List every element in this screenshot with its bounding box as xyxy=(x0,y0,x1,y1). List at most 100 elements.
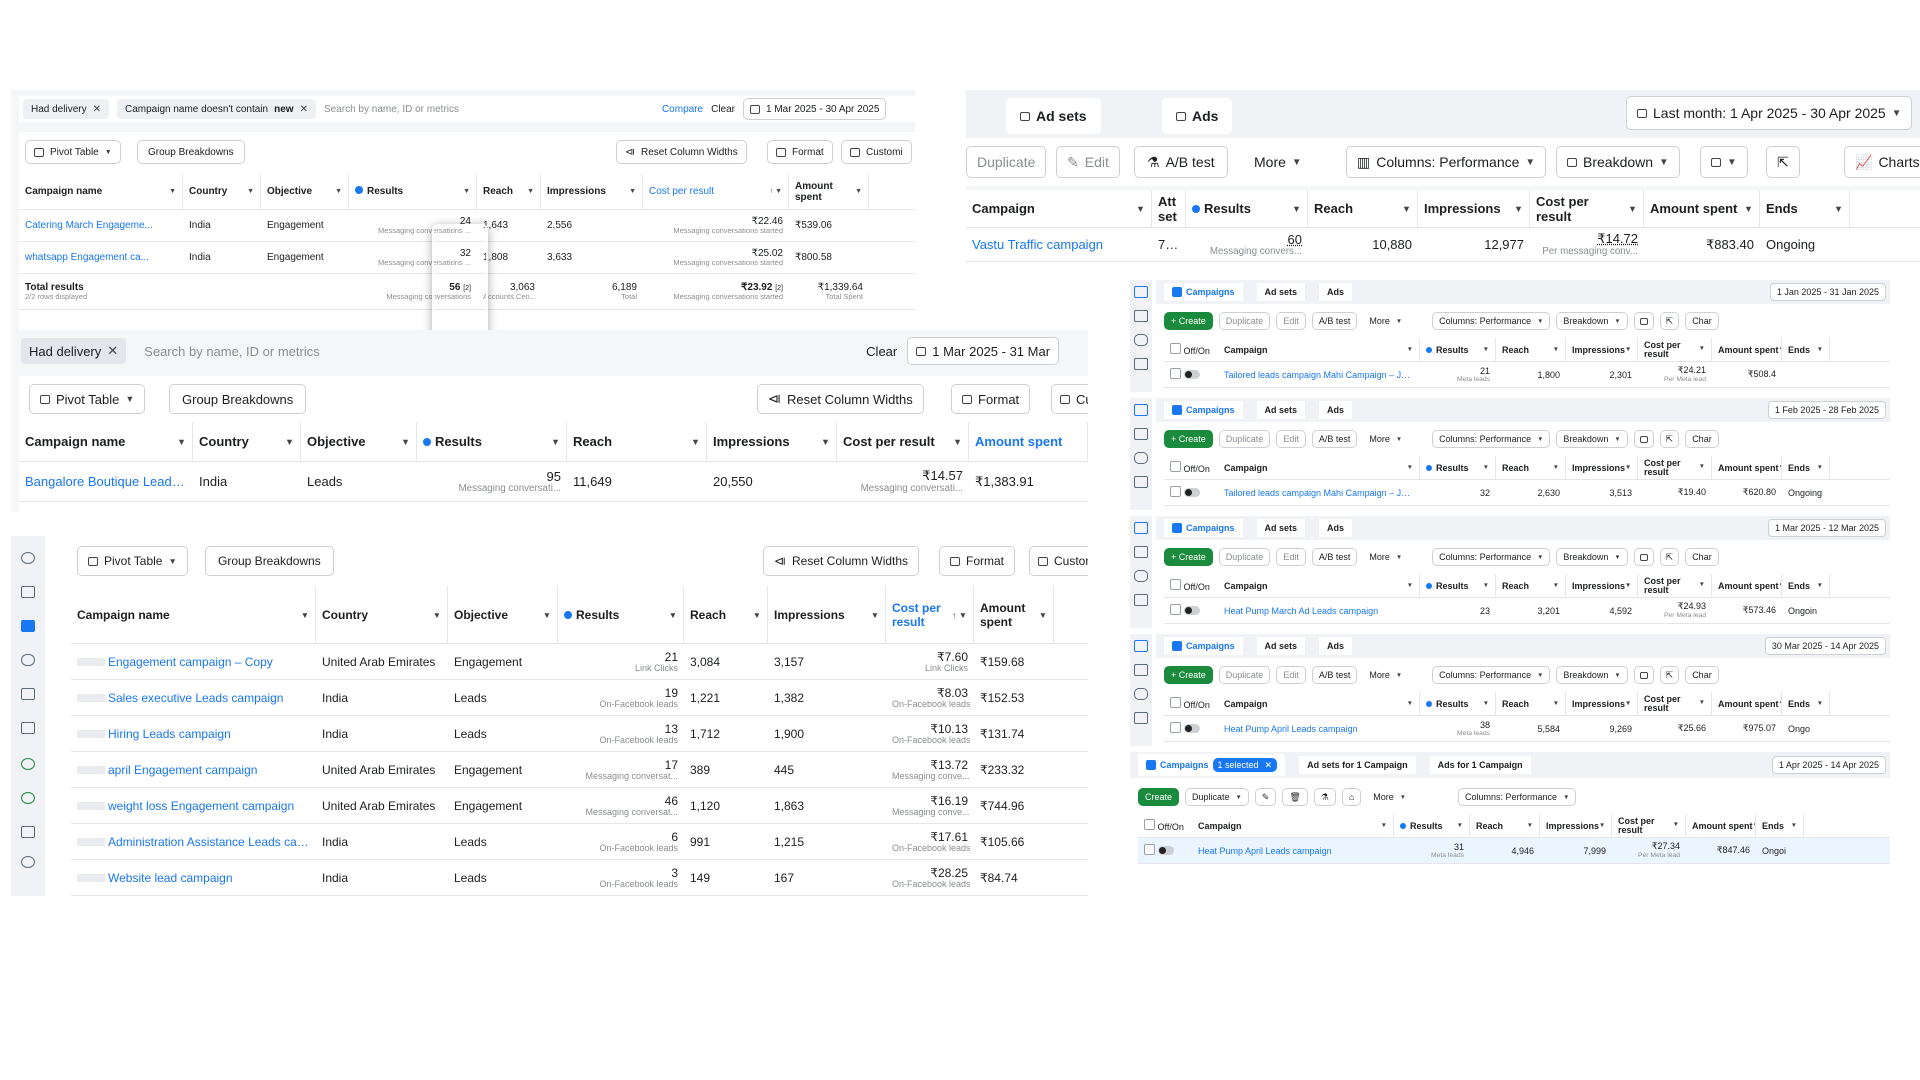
campaign-name-link[interactable]: Hiring Leads campaign xyxy=(71,727,316,741)
duplicate-button[interactable]: Duplicate ▼ xyxy=(1185,788,1249,806)
ab-test-button[interactable]: A/B test xyxy=(1311,666,1358,684)
col-amount-spent[interactable]: Amount spent▼ xyxy=(789,174,869,209)
breakdown-button[interactable]: Breakdown ▼ xyxy=(1556,430,1628,448)
tab-ads[interactable]: Ads xyxy=(1319,519,1353,537)
col-amount-spent[interactable]: Amount spent▼ xyxy=(1712,574,1782,597)
col-impressions[interactable]: Impressions ▼ xyxy=(1418,190,1530,227)
filter-chip-delivery[interactable]: Had delivery ✕ xyxy=(23,99,109,119)
col-campaign-name[interactable]: Campaign name ▼ xyxy=(71,586,316,643)
col-results[interactable]: Results ▼ xyxy=(417,422,567,461)
customise-button[interactable]: Cu xyxy=(1051,384,1088,414)
campaign-name-link[interactable]: Website lead campaign xyxy=(71,871,316,885)
table-row[interactable]: Tailored leads campaign Mahi Campaign – … xyxy=(1164,480,1890,506)
col-reach[interactable]: Reach ▼ xyxy=(1470,814,1540,837)
tab-ad-sets[interactable]: Ad sets xyxy=(1256,519,1306,537)
col-campaign[interactable]: Campaign ▼ xyxy=(966,190,1152,227)
ab-test-button[interactable]: A/B test xyxy=(1311,548,1358,566)
tab-ads[interactable]: Ads xyxy=(1319,401,1353,419)
col-amount-spent[interactable]: Amount spent▼ xyxy=(1712,692,1782,715)
breakdown-button[interactable]: Breakdown ▼ xyxy=(1556,312,1628,330)
select-all-checkbox[interactable] xyxy=(1170,697,1181,708)
table-row[interactable]: Heat Pump April Leads campaign 31 Meta lea… xyxy=(1138,838,1890,864)
campaign-name-link[interactable]: Administration Assistance Leads campaign xyxy=(71,835,316,849)
duplicate-button[interactable]: Duplicate xyxy=(1218,548,1271,566)
charts-button[interactable]: Char xyxy=(1685,430,1719,448)
chat-icon[interactable] xyxy=(21,792,35,804)
tab-campaigns[interactable]: Campaigns xyxy=(1164,401,1243,419)
col-cost-per-result[interactable]: Cost per result ▼ xyxy=(1638,338,1712,361)
tab-ad-sets[interactable]: Ad sets xyxy=(1256,283,1306,301)
table-row[interactable]: Heat Pump March Ad Leads campaign 23 3,201… xyxy=(1164,598,1890,624)
col-campaign[interactable]: Campaign ▼ xyxy=(1192,814,1394,837)
col-amount-spent[interactable]: Amount spent▼ xyxy=(974,586,1054,643)
col-objective[interactable]: Objective ▼ xyxy=(448,586,558,643)
clear-link[interactable]: Clear xyxy=(711,104,735,115)
more-button[interactable]: More ▼ xyxy=(1367,788,1413,806)
tab-ad-sets[interactable]: Ad sets for 1 Campaign xyxy=(1299,756,1416,774)
ab-test-button[interactable]: A/B test xyxy=(1311,312,1358,330)
col-impressions[interactable]: Impressions ▼ xyxy=(707,422,837,461)
export-button[interactable]: ⇱ xyxy=(1659,666,1680,684)
row-checkbox[interactable] xyxy=(1170,604,1181,615)
row-checkbox[interactable] xyxy=(1170,486,1181,497)
col-reach[interactable]: Reach ▼ xyxy=(1496,338,1566,361)
select-all-checkbox[interactable] xyxy=(1170,461,1181,472)
col-campaign[interactable]: Campaign ▼ xyxy=(1218,338,1420,361)
col-campaign-name[interactable]: Campaign name ▼ xyxy=(19,422,193,461)
col-attribution-setting[interactable]: Att set xyxy=(1152,190,1186,227)
date-range-picker[interactable]: 1 Mar 2025 - 30 Apr 2025 xyxy=(743,98,887,120)
row-checkbox[interactable] xyxy=(1170,368,1181,379)
campaign-name-link[interactable]: Heat Pump March Ad Leads campaign xyxy=(1218,606,1420,616)
export-button[interactable]: ⇱ xyxy=(1766,146,1800,178)
create-button[interactable]: + Create xyxy=(1164,548,1213,566)
col-results[interactable]: Results ▼ xyxy=(349,174,477,209)
table-row[interactable]: Bangalore Boutique Leads ... India Leads… xyxy=(19,462,1088,502)
reset-column-widths-button[interactable]: ⧏ Reset Column Widths xyxy=(763,546,920,576)
campaign-name-link[interactable]: april Engagement campaign xyxy=(71,763,316,777)
row-checkbox[interactable] xyxy=(1144,844,1155,855)
table-row[interactable]: Administration Assistance Leads campaign… xyxy=(71,824,1088,860)
col-objective[interactable]: Objective ▼ xyxy=(261,174,349,209)
close-icon[interactable]: ✕ xyxy=(107,343,118,359)
document-icon[interactable] xyxy=(1134,546,1148,558)
table-row[interactable]: Hiring Leads campaign India Leads 13 On-Face… xyxy=(71,716,1088,752)
columns-button[interactable]: Columns: Performance ▼ xyxy=(1432,430,1551,448)
news-icon[interactable] xyxy=(21,826,35,838)
col-impressions[interactable]: Impressions ▼ xyxy=(1540,814,1612,837)
table-row[interactable]: Engagement campaign – Copy United Arab Em… xyxy=(71,644,1088,680)
filter-chip-name[interactable]: Campaign name doesn't contain new ✕ xyxy=(116,99,316,119)
campaign-name-link[interactable]: Heat Pump April Leads campaign xyxy=(1218,724,1420,734)
table-row[interactable]: Website lead campaign India Leads 3 On-Faceb… xyxy=(71,860,1088,896)
campaign-name-link[interactable]: whatsapp Engagement ca... xyxy=(19,252,183,263)
col-reach[interactable]: Reach ▼ xyxy=(477,174,541,209)
help-icon[interactable] xyxy=(21,758,35,770)
col-impressions[interactable]: Impressions ▼ xyxy=(1566,574,1638,597)
settings-icon[interactable] xyxy=(21,856,35,868)
campaign-name-link[interactable]: Bangalore Boutique Leads ... xyxy=(19,474,193,489)
selected-badge[interactable]: 1 selected ✕ xyxy=(1212,758,1278,772)
tab-ad-sets[interactable]: Ad sets xyxy=(1256,637,1306,655)
duplicate-button[interactable]: Duplicate xyxy=(1218,666,1271,684)
col-campaign[interactable]: Campaign ▼ xyxy=(1218,456,1420,479)
reports-button[interactable] xyxy=(1633,548,1654,566)
customise-button[interactable]: Customi xyxy=(1029,546,1088,576)
col-amount-spent[interactable]: Amount spent▼ xyxy=(1686,814,1756,837)
col-results[interactable]: Results ▼ xyxy=(1420,574,1496,597)
col-results[interactable]: Results ▼ xyxy=(1420,338,1496,361)
col-ends[interactable]: Ends ▼ xyxy=(1782,574,1830,597)
col-results[interactable]: Results ▼ xyxy=(1186,190,1308,227)
tab-ads[interactable]: Ads xyxy=(1319,637,1353,655)
tab-campaigns[interactable]: Campaigns xyxy=(1164,637,1243,655)
columns-button[interactable]: Columns: Performance ▼ xyxy=(1458,788,1577,806)
campaign-name-link[interactable]: Tailored leads campaign Mahi Campaign – … xyxy=(1218,370,1420,380)
ab-test-button[interactable]: A/B test xyxy=(1311,430,1358,448)
format-button[interactable]: Format xyxy=(939,546,1016,576)
search-input[interactable]: Search by name, ID or metrics xyxy=(136,344,856,359)
create-button[interactable]: + Create xyxy=(1164,430,1213,448)
reset-column-widths-button[interactable]: ⧏ Reset Column Widths xyxy=(757,384,924,414)
format-button[interactable]: Format xyxy=(767,140,833,164)
col-reach[interactable]: Reach ▼ xyxy=(1496,574,1566,597)
delete-button[interactable]: 🗑 xyxy=(1282,788,1308,806)
create-button[interactable]: + Create xyxy=(1164,666,1213,684)
col-cost-per-result[interactable]: Cost per result ▼ xyxy=(1530,190,1644,227)
